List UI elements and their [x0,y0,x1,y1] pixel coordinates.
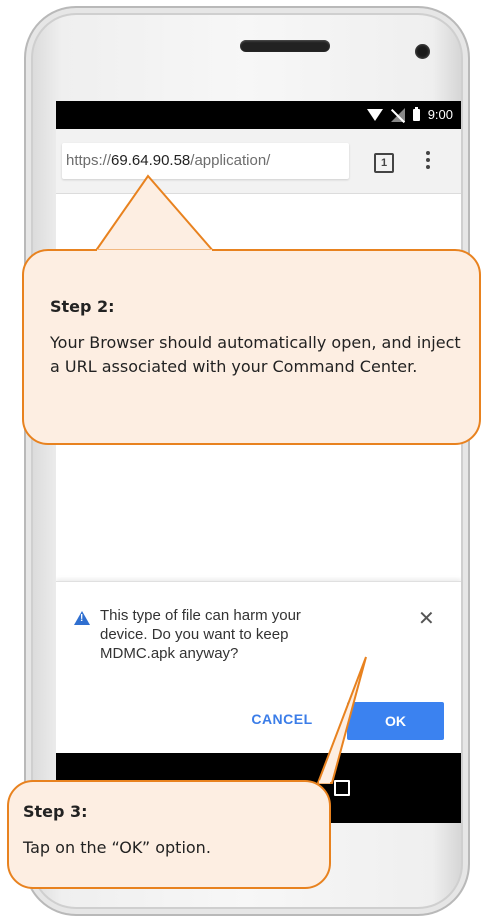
step3-body: Tap on the “OK” option. [23,838,211,857]
step2-callout: Step 2: Your Browser should automaticall… [22,249,481,445]
cancel-button[interactable]: CANCEL [232,700,332,738]
phone-screen: 9:00 https://69.64.90.58/application/ 1 … [56,101,461,823]
ok-button[interactable]: OK [347,702,444,740]
step2-title: Step 2: [50,297,115,316]
front-camera [415,44,430,59]
step3-title: Step 3: [23,802,88,821]
speaker-grille [240,40,330,52]
more-vert-icon[interactable] [426,151,430,171]
warning-message: This type of file can harm your device. … [100,607,301,662]
url-path: /application/ [190,152,271,169]
url-protocol: https:// [66,152,112,169]
recent-apps-icon[interactable] [334,780,350,796]
wifi-icon [366,108,383,121]
step2-body: Your Browser should automatically open, … [50,333,461,376]
status-time: 9:00 [427,107,453,122]
tutorial-stage: 9:00 https://69.64.90.58/application/ 1 … [0,0,481,923]
status-bar: 9:00 [56,101,461,129]
browser-toolbar: https://69.64.90.58/application/ 1 [56,129,461,194]
close-icon[interactable]: ✕ [418,606,435,630]
step3-callout: Step 3: Tap on the “OK” option. [7,780,331,889]
url-bar[interactable]: https://69.64.90.58/application/ [62,143,349,179]
tab-switcher-button[interactable]: 1 [374,153,394,173]
download-warning-dialog: This type of file can harm your device. … [56,581,461,754]
battery-icon [412,106,420,121]
warning-icon [74,611,90,625]
url-host: 69.64.90.58 [111,152,191,169]
no-signal-icon [390,107,405,122]
